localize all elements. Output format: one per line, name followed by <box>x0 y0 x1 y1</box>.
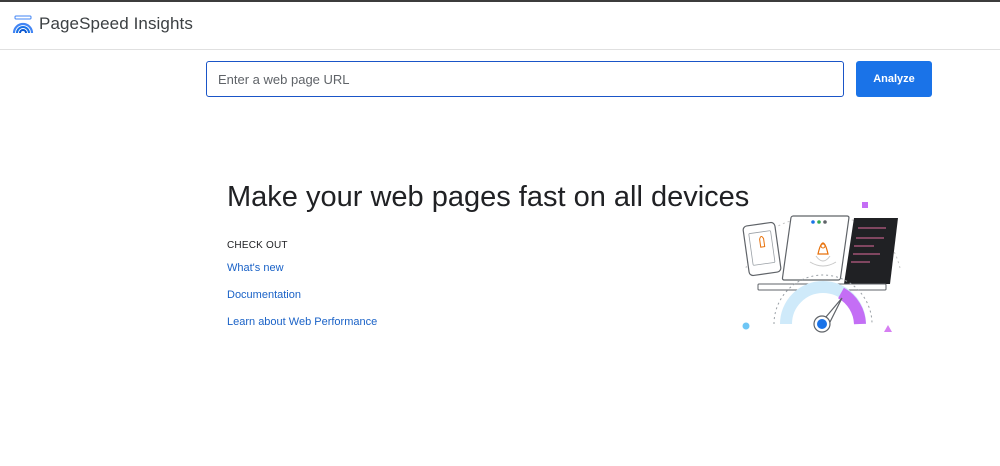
app-title[interactable]: PageSpeed Insights <box>39 14 193 34</box>
browser-shape <box>781 215 850 281</box>
analyze-button[interactable]: Analyze <box>856 61 932 97</box>
url-input[interactable] <box>206 61 844 97</box>
link-documentation[interactable]: Documentation <box>227 289 377 302</box>
speed-gauge-rocket-illustration <box>742 202 901 333</box>
pagespeed-logo-icon[interactable] <box>12 14 34 36</box>
decor-square <box>862 202 868 208</box>
page-headline: Make your web pages fast on all devices <box>227 181 750 213</box>
gauge-fill <box>837 287 866 325</box>
link-learn-web-performance[interactable]: Learn about Web Performance <box>227 316 377 329</box>
link-whats-new[interactable]: What's new <box>227 262 377 275</box>
checkout-links: What's new Documentation Learn about Web… <box>227 262 377 343</box>
decor-triangle <box>884 325 892 332</box>
checkout-label: CHECK OUT <box>227 240 288 251</box>
app-header: PageSpeed Insights <box>0 2 1000 50</box>
decor-dot <box>742 322 750 330</box>
